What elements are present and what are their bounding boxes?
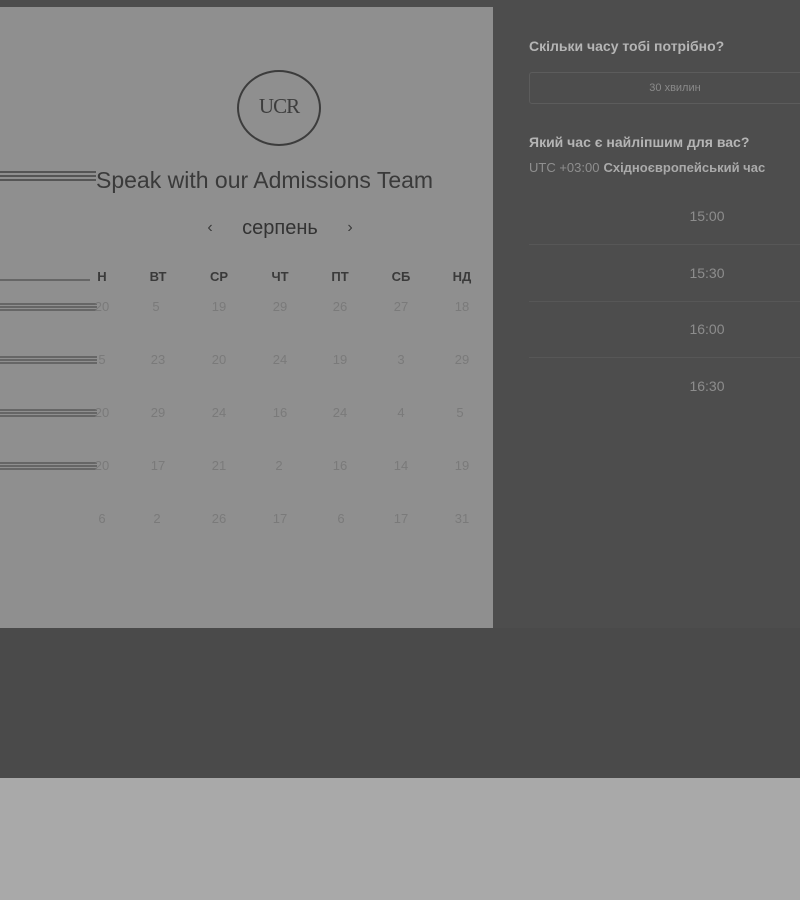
calendar-day[interactable]: 18 — [442, 299, 482, 314]
time-slot[interactable]: 15:00 — [529, 188, 800, 245]
calendar-row: 20 17 21 2 16 14 19 — [0, 454, 493, 478]
calendar-day[interactable]: 24 — [260, 352, 300, 367]
ucr-logo: UCR — [237, 70, 321, 146]
title-decoration — [0, 171, 96, 185]
calendar-day[interactable]: 19 — [442, 458, 482, 473]
calendar-day[interactable]: 5 — [82, 352, 122, 367]
calendar-day[interactable]: 14 — [381, 458, 421, 473]
calendar-day[interactable]: 20 — [82, 299, 122, 314]
calendar-day[interactable]: 6 — [82, 511, 122, 526]
time-question: Який час є найліпшим для вас? — [529, 134, 750, 150]
calendar-row: 20 5 19 29 26 27 18 — [0, 295, 493, 319]
calendar-day[interactable]: 4 — [381, 405, 421, 420]
timezone-label[interactable]: UTC +03:00 Східноєвропейський час — [529, 160, 765, 175]
calendar-row: 20 29 24 16 24 4 5 — [0, 401, 493, 425]
calendar-day[interactable]: 26 — [320, 299, 360, 314]
chevron-left-icon[interactable]: ‹ — [200, 219, 220, 237]
calendar-day[interactable]: 17 — [381, 511, 421, 526]
duration-question: Скільки часу тобі потрібно? — [529, 38, 725, 54]
calendar-day[interactable]: 20 — [82, 405, 122, 420]
timezone-offset: UTC +03:00 — [529, 160, 600, 175]
title-row: Speak with our Admissions Team — [0, 161, 493, 201]
calendar-day[interactable]: 24 — [199, 405, 239, 420]
time-slot[interactable]: 16:30 — [529, 358, 800, 414]
calendar-day[interactable]: 5 — [440, 405, 480, 420]
calendar-row: 6 2 26 17 6 17 31 — [0, 507, 493, 531]
calendar-day[interactable]: 20 — [82, 458, 122, 473]
weekday-label: НД — [452, 269, 472, 284]
calendar-day[interactable]: 2 — [137, 511, 177, 526]
month-navigator: ‹ серпень › — [200, 213, 360, 243]
month-label: серпень — [242, 216, 318, 239]
calendar-day[interactable]: 17 — [138, 458, 178, 473]
calendar-day[interactable]: 31 — [442, 511, 482, 526]
calendar-day[interactable]: 17 — [260, 511, 300, 526]
timezone-name: Східноєвропейський час — [603, 160, 766, 175]
time-slot[interactable]: 16:00 — [529, 301, 800, 358]
calendar-day[interactable]: 6 — [321, 511, 361, 526]
time-slot[interactable]: 15:30 — [529, 245, 800, 302]
weekday-label: ЧТ — [271, 269, 289, 284]
time-selection-panel: Скільки часу тобі потрібно? 30 хвилин Як… — [493, 0, 800, 628]
calendar-day[interactable]: 29 — [442, 352, 482, 367]
calendar-row: 5 23 20 24 19 3 29 — [0, 348, 493, 372]
calendar-day[interactable]: 24 — [320, 405, 360, 420]
calendar-day[interactable]: 16 — [260, 405, 300, 420]
calendar-day[interactable]: 19 — [320, 352, 360, 367]
calendar-day[interactable]: 21 — [199, 458, 239, 473]
calendar-day[interactable]: 27 — [381, 299, 421, 314]
calendar-day[interactable]: 19 — [199, 299, 239, 314]
chevron-right-icon[interactable]: › — [340, 219, 360, 237]
weekday-label: ВТ — [149, 269, 167, 284]
calendar-day[interactable]: 26 — [199, 511, 239, 526]
duration-select[interactable]: 30 хвилин — [529, 72, 800, 104]
calendar-day[interactable]: 2 — [259, 458, 299, 473]
calendar-day[interactable]: 3 — [381, 352, 421, 367]
calendar-day[interactable]: 16 — [320, 458, 360, 473]
calendar-day[interactable]: 20 — [199, 352, 239, 367]
calendar-day[interactable]: 5 — [136, 299, 176, 314]
footer-band — [0, 628, 800, 778]
calendar-day[interactable]: 23 — [138, 352, 178, 367]
calendar-day[interactable]: 29 — [260, 299, 300, 314]
weekday-label: Н — [97, 269, 107, 284]
weekday-label: СР — [209, 269, 229, 284]
weekday-label: СБ — [391, 269, 411, 284]
weekday-label: ПТ — [331, 269, 349, 284]
logo-text: UCR — [258, 93, 300, 118]
calendar-weekday-header: Н ВТ СР ЧТ ПТ СБ НД — [0, 269, 493, 291]
page-title: Speak with our Admissions Team — [96, 167, 434, 193]
calendar-day[interactable]: 29 — [138, 405, 178, 420]
booking-calendar-panel: UCR Speak with our Admissions Team ‹ сер… — [0, 7, 493, 628]
header-decoration — [0, 279, 90, 281]
